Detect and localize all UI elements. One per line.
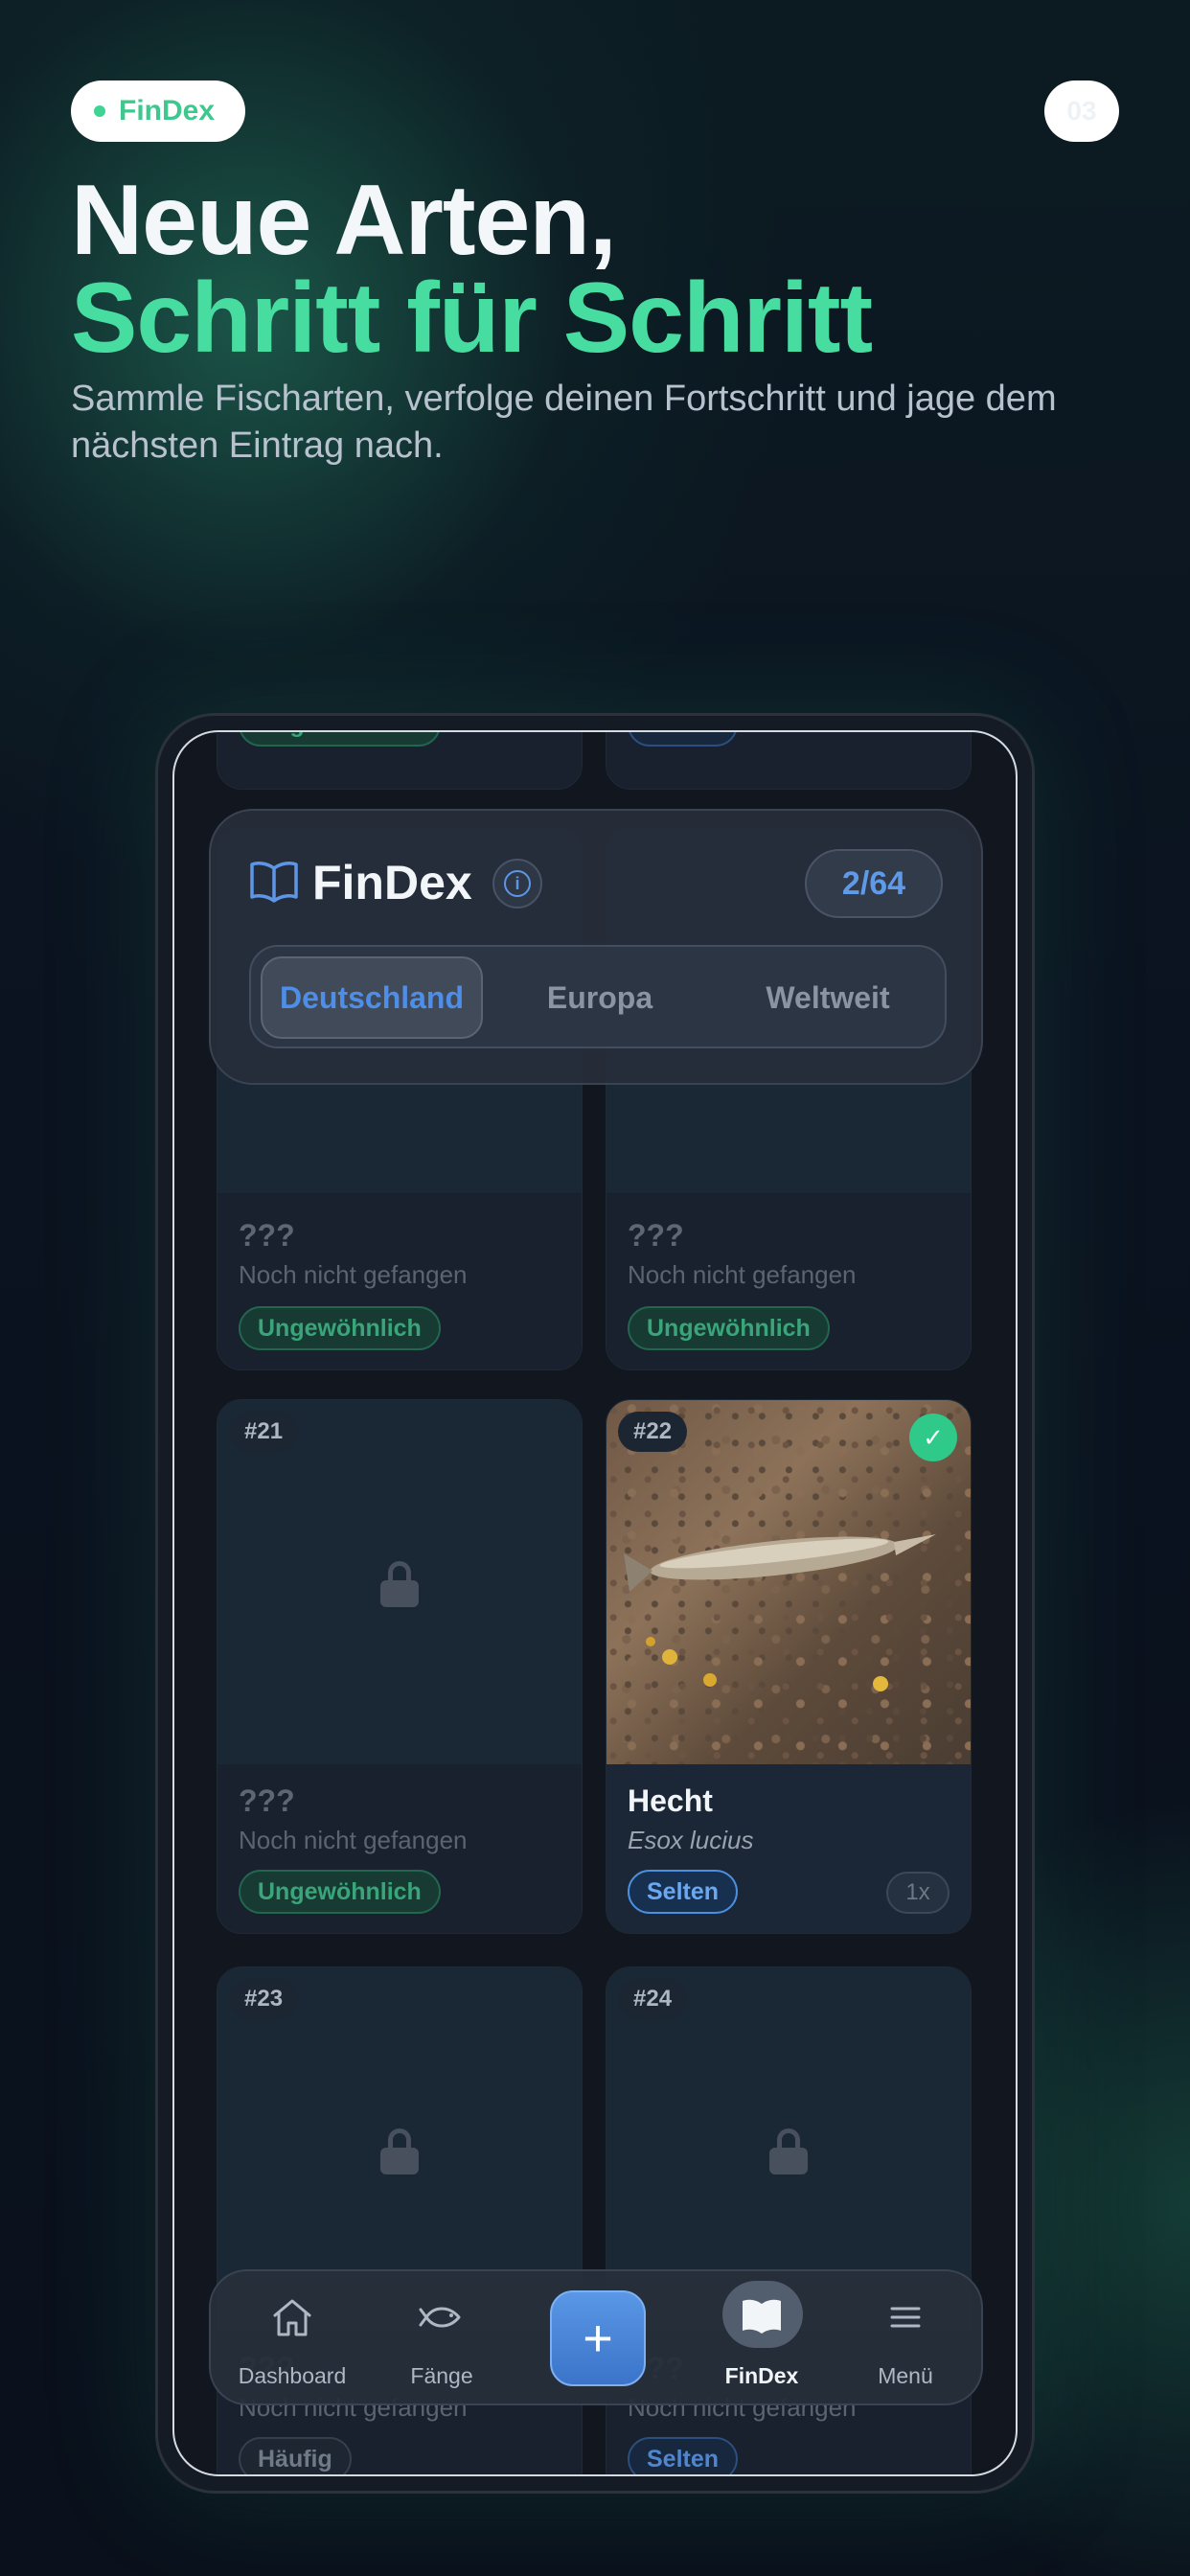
- card-name: ???: [628, 1218, 684, 1253]
- home-icon: [273, 2299, 311, 2336]
- info-button[interactable]: i: [492, 859, 542, 908]
- book-open-icon: [743, 2299, 781, 2334]
- rarity-tag: Ungewöhnlich: [239, 1306, 441, 1350]
- add-catch-button[interactable]: +: [550, 2290, 646, 2386]
- nav-label: FinDex: [724, 2363, 799, 2388]
- rarity-tag: Häufig: [239, 2437, 352, 2474]
- app-title: FinDex: [312, 856, 472, 909]
- headline-line-2: Schritt für Schritt: [71, 263, 873, 374]
- nav-faenge[interactable]: Fänge: [370, 2287, 514, 2392]
- progress-counter: 2/64: [805, 849, 943, 918]
- card-number: #24: [618, 1979, 688, 2019]
- fish-icon: [419, 2307, 461, 2328]
- book-icon: [250, 862, 298, 903]
- lock-icon: [769, 2128, 808, 2174]
- card-status: Noch nicht gefangen: [239, 1826, 468, 1854]
- card-status: Noch nicht gefangen: [628, 1260, 857, 1289]
- nav-label: Menü: [878, 2363, 933, 2388]
- nav-findex[interactable]: FinDex: [690, 2281, 834, 2392]
- nav-label: Dashboard: [238, 2363, 347, 2388]
- rarity-tag: Ungewöhnlich: [628, 1306, 830, 1350]
- step-badge: 03: [1044, 80, 1119, 142]
- catch-count-badge: 1x: [886, 1872, 950, 1914]
- bottom-navigation: Dashboard Fänge + FinDex Menü: [209, 2269, 983, 2405]
- status-dot: [94, 105, 105, 117]
- nav-menu[interactable]: Menü: [834, 2287, 977, 2392]
- card-name: ???: [239, 1783, 295, 1818]
- menu-icon: [890, 2307, 921, 2328]
- card-21[interactable]: #21 ??? Noch nicht gefangen Ungewöhnlich: [217, 1399, 583, 1934]
- rarity-tag: Selten: [628, 732, 739, 747]
- card-partial-right[interactable]: Selten: [606, 732, 972, 790]
- step-number: 03: [1066, 96, 1097, 126]
- region-segmented-control: Deutschland Europa Weltweit: [249, 945, 947, 1048]
- tab-deutschland[interactable]: Deutschland: [261, 956, 483, 1039]
- promo-subtitle: Sammle Fischarten, verfolge deinen Forts…: [71, 379, 1057, 467]
- card-number: #21: [229, 1412, 299, 1452]
- card-22-hecht[interactable]: #22 ✓ Hecht Esox lucius Selten 1x: [606, 1399, 972, 1934]
- card-partial-left[interactable]: Ungewöhnlich: [217, 732, 583, 790]
- nav-label: Fänge: [410, 2363, 473, 2388]
- tab-weltweit[interactable]: Weltweit: [717, 956, 939, 1039]
- tab-europa[interactable]: Europa: [489, 956, 711, 1039]
- info-icon: i: [504, 870, 531, 897]
- card-name: ???: [239, 1218, 295, 1253]
- rarity-tag: Selten: [628, 1870, 739, 1914]
- lock-icon: [380, 2128, 419, 2174]
- nav-dashboard[interactable]: Dashboard: [220, 2287, 364, 2392]
- phone-screen: Ungewöhnlich Selten ??? Noch nicht gefan…: [172, 730, 1018, 2476]
- findex-header: FinDex i 2/64 Deutschland Europa Weltwei…: [209, 809, 983, 1085]
- card-name: Hecht: [628, 1783, 713, 1818]
- rarity-tag: Selten: [628, 2437, 739, 2474]
- caught-check-icon: ✓: [909, 1414, 957, 1461]
- headline-line-1: Neue Arten,: [71, 165, 617, 276]
- card-status: Noch nicht gefangen: [239, 1260, 468, 1289]
- card-number: #22: [618, 1412, 688, 1452]
- lock-icon: [380, 1561, 419, 1607]
- card-number: #23: [229, 1979, 299, 2019]
- pill-label: FinDex: [119, 95, 216, 126]
- rarity-tag: Ungewöhnlich: [239, 732, 441, 747]
- findex-pill: FinDex: [71, 80, 245, 142]
- card-latin-name: Esox lucius: [628, 1826, 754, 1854]
- rarity-tag: Ungewöhnlich: [239, 1870, 441, 1914]
